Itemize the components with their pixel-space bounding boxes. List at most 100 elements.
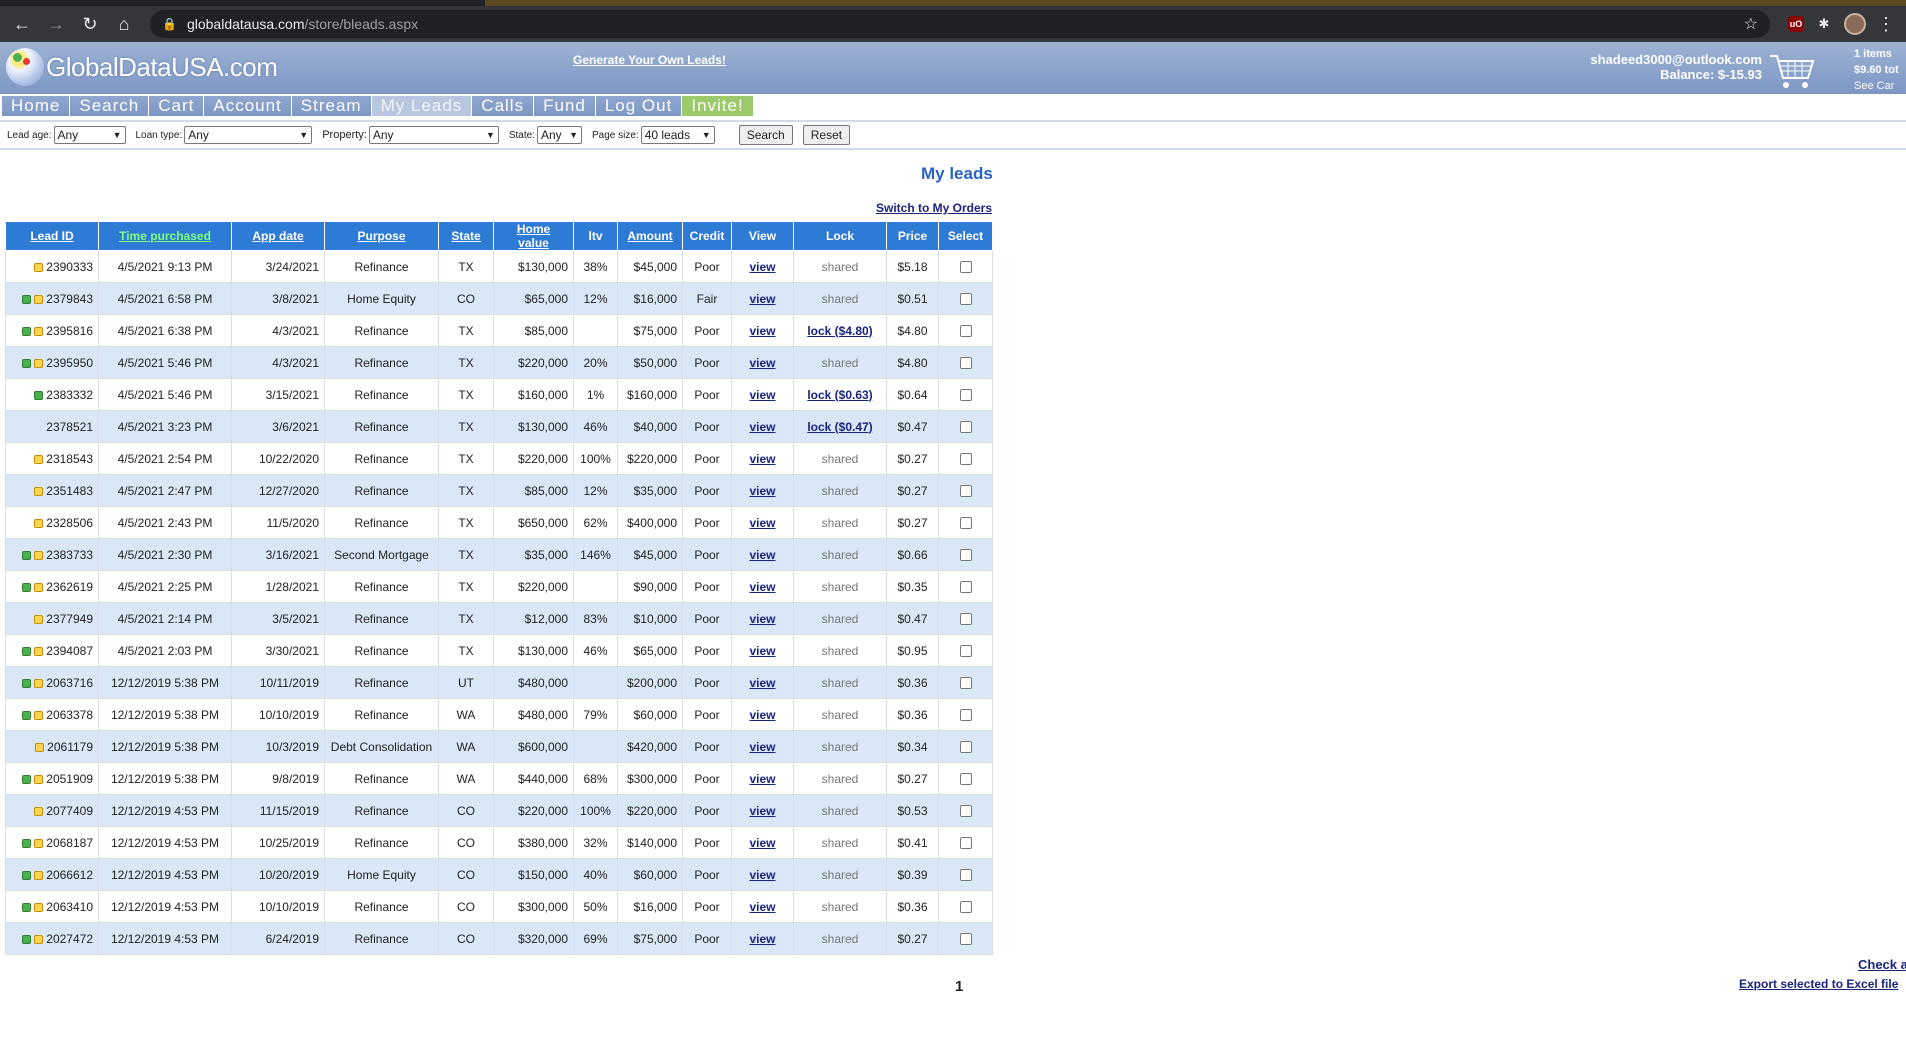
- view-lead-link[interactable]: view: [749, 420, 775, 434]
- select-checkbox[interactable]: [959, 549, 972, 562]
- nav-my-leads[interactable]: My Leads: [371, 96, 473, 116]
- col-app-date[interactable]: App date: [231, 221, 325, 251]
- select-checkbox[interactable]: [959, 453, 972, 466]
- select-checkbox[interactable]: [959, 805, 972, 818]
- sort-state-link[interactable]: State: [451, 229, 480, 243]
- purpose-cell: Refinance: [324, 762, 439, 795]
- col-lead-id[interactable]: Lead ID: [5, 221, 99, 251]
- view-lead-link[interactable]: view: [749, 740, 775, 754]
- nav-invite[interactable]: Invite!: [682, 96, 754, 116]
- ublock-extension-icon[interactable]: uO: [1788, 16, 1804, 32]
- shopping-cart-icon[interactable]: [1768, 50, 1816, 90]
- col-amount[interactable]: Amount: [617, 221, 683, 251]
- export-excel-link[interactable]: Export selected to Excel file: [1739, 977, 1898, 991]
- select-checkbox[interactable]: [959, 677, 972, 690]
- address-bar[interactable]: 🔒 globaldatausa.com/store/bleads.aspx ☆: [150, 10, 1770, 38]
- sort-amount-link[interactable]: Amount: [627, 229, 672, 243]
- col-time-purchased[interactable]: Time purchased: [98, 221, 232, 251]
- select-checkbox[interactable]: [959, 389, 972, 402]
- view-lead-link[interactable]: view: [749, 932, 775, 946]
- lock-lead-link[interactable]: lock ($4.80): [807, 324, 872, 338]
- bookmark-star-icon[interactable]: ☆: [1744, 14, 1758, 34]
- browser-menu-icon[interactable]: ⋮: [1874, 12, 1898, 36]
- select-checkbox[interactable]: [959, 645, 972, 658]
- sort-time-purchased-link[interactable]: Time purchased: [119, 229, 211, 243]
- select-checkbox[interactable]: [959, 613, 972, 626]
- lock-lead-link[interactable]: lock ($0.47): [807, 420, 872, 434]
- view-lead-link[interactable]: view: [749, 836, 775, 850]
- sort-purpose-link[interactable]: Purpose: [357, 229, 405, 243]
- loan-type-select[interactable]: Any ▼: [184, 126, 313, 144]
- price-cell: $0.66: [886, 538, 939, 571]
- view-lead-link[interactable]: view: [749, 868, 775, 882]
- select-checkbox[interactable]: [959, 421, 972, 434]
- view-lead-link[interactable]: view: [749, 292, 775, 306]
- view-lead-link[interactable]: view: [749, 388, 775, 402]
- nav-log-out[interactable]: Log Out: [595, 96, 683, 116]
- select-checkbox[interactable]: [959, 901, 972, 914]
- nav-fund[interactable]: Fund: [534, 96, 596, 116]
- forward-icon[interactable]: →: [42, 10, 70, 38]
- view-lead-link[interactable]: view: [749, 580, 775, 594]
- yellow-flag-icon: [34, 326, 44, 336]
- back-icon[interactable]: ←: [8, 10, 36, 38]
- nav-search[interactable]: Search: [70, 96, 150, 116]
- nav-cart[interactable]: Cart: [149, 96, 205, 116]
- view-lead-link[interactable]: view: [749, 324, 775, 338]
- extensions-puzzle-icon[interactable]: ✱: [1812, 12, 1836, 36]
- select-checkbox[interactable]: [959, 773, 972, 786]
- home-icon[interactable]: ⌂: [110, 10, 138, 38]
- select-checkbox[interactable]: [959, 933, 972, 946]
- sort-app-date-link[interactable]: App date: [252, 229, 303, 243]
- pagination-current-page[interactable]: 1: [955, 978, 963, 995]
- view-lead-link[interactable]: view: [749, 260, 775, 274]
- reload-icon[interactable]: ↻: [76, 10, 104, 38]
- view-lead-link[interactable]: view: [749, 644, 775, 658]
- col-purpose[interactable]: Purpose: [324, 221, 439, 251]
- lock-lead-link[interactable]: lock ($0.63): [807, 388, 872, 402]
- select-checkbox[interactable]: [959, 581, 972, 594]
- nav-calls[interactable]: Calls: [472, 96, 535, 116]
- select-checkbox[interactable]: [959, 869, 972, 882]
- state-select[interactable]: Any ▼: [537, 126, 582, 144]
- nav-account[interactable]: Account: [204, 96, 292, 116]
- select-checkbox[interactable]: [959, 325, 972, 338]
- view-lead-link[interactable]: view: [749, 516, 775, 530]
- page-size-select[interactable]: 40 leads ▼: [640, 126, 715, 144]
- col-home-value[interactable]: Home value: [493, 221, 574, 251]
- select-checkbox[interactable]: [959, 357, 972, 370]
- site-logo[interactable]: GlobalDataUSA.com: [6, 48, 278, 86]
- select-checkbox[interactable]: [959, 293, 972, 306]
- view-lead-link[interactable]: view: [749, 484, 775, 498]
- view-lead-link[interactable]: view: [749, 612, 775, 626]
- view-lead-link[interactable]: view: [749, 548, 775, 562]
- select-checkbox[interactable]: [959, 837, 972, 850]
- profile-avatar[interactable]: [1844, 13, 1866, 35]
- see-cart-link[interactable]: See Car: [1854, 78, 1906, 94]
- view-cell: view: [731, 282, 794, 315]
- select-checkbox[interactable]: [959, 517, 972, 530]
- select-checkbox[interactable]: [959, 485, 972, 498]
- nav-stream[interactable]: Stream: [291, 96, 372, 116]
- col-state[interactable]: State: [438, 221, 494, 251]
- search-button[interactable]: Search: [738, 125, 793, 145]
- generate-leads-link[interactable]: Generate Your Own Leads!: [573, 53, 726, 67]
- reset-button[interactable]: Reset: [802, 125, 851, 145]
- nav-home[interactable]: Home: [2, 96, 71, 116]
- sort-lead-id-link[interactable]: Lead ID: [30, 229, 73, 243]
- view-lead-link[interactable]: view: [749, 452, 775, 466]
- lead-age-select[interactable]: Any ▼: [53, 126, 126, 144]
- view-lead-link[interactable]: view: [749, 804, 775, 818]
- select-checkbox[interactable]: [959, 741, 972, 754]
- check-all-link[interactable]: Check a: [1858, 957, 1906, 972]
- view-lead-link[interactable]: view: [749, 900, 775, 914]
- view-lead-link[interactable]: view: [749, 708, 775, 722]
- view-lead-link[interactable]: view: [749, 676, 775, 690]
- sort-home-value-link[interactable]: Home value: [517, 222, 550, 250]
- view-lead-link[interactable]: view: [749, 772, 775, 786]
- view-lead-link[interactable]: view: [749, 356, 775, 370]
- select-checkbox[interactable]: [959, 709, 972, 722]
- property-select[interactable]: Any ▼: [368, 126, 499, 144]
- select-checkbox[interactable]: [959, 261, 972, 274]
- switch-to-orders-link[interactable]: Switch to My Orders: [876, 201, 992, 215]
